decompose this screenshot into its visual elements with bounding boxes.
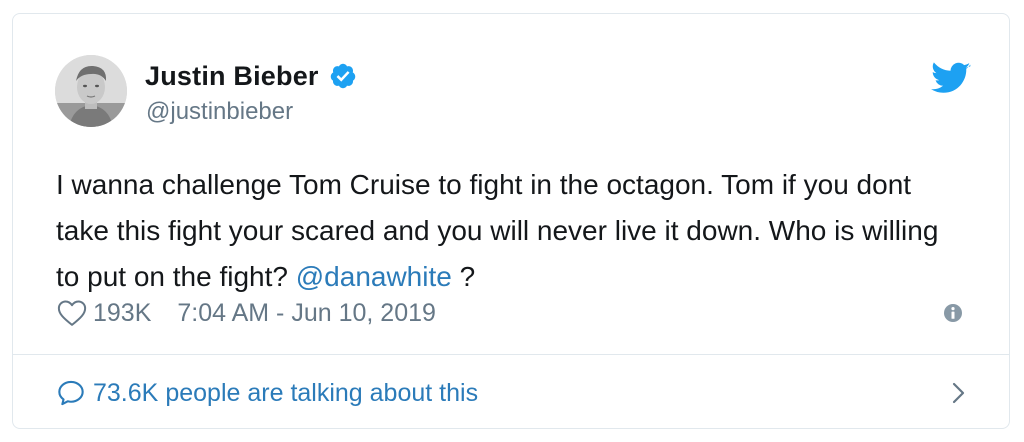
info-icon[interactable] (943, 303, 963, 323)
avatar[interactable] (55, 55, 127, 127)
tweet-text: I wanna challenge Tom Cruise to fight in… (56, 162, 966, 300)
speech-bubble-icon (58, 380, 84, 406)
heart-icon (57, 300, 87, 326)
tweet-text-tail: ? (451, 261, 476, 292)
tweet-timestamp[interactable]: 7:04 AM - Jun 10, 2019 (177, 299, 436, 328)
verified-badge-icon (330, 63, 355, 89)
author-name-row: Justin Bieber (145, 58, 357, 94)
conversation-label: people are talking about this (165, 378, 479, 407)
twitter-bird-icon[interactable] (931, 62, 971, 96)
like-count: 193K (93, 298, 152, 327)
profile-photo-icon (55, 55, 127, 127)
tweet-card[interactable]: Justin Bieber @justinbieber I wanna chal… (12, 13, 1010, 429)
tweet-meta-row: 193K 7:04 AM - Jun 10, 2019 (57, 295, 436, 331)
conversation-count: 73.6K (93, 378, 159, 407)
chevron-right-icon[interactable] (951, 381, 967, 405)
mention-link[interactable]: @danawhite (296, 261, 452, 292)
author-display-name[interactable]: Justin Bieber (145, 61, 319, 92)
tweet-text-body: I wanna challenge Tom Cruise to fight in… (56, 169, 939, 292)
divider (13, 354, 1009, 355)
author-handle[interactable]: @justinbieber (146, 98, 293, 126)
conversation-link[interactable]: 73.6K people are talking about this (57, 375, 967, 411)
like-button[interactable]: 193K (57, 299, 151, 328)
